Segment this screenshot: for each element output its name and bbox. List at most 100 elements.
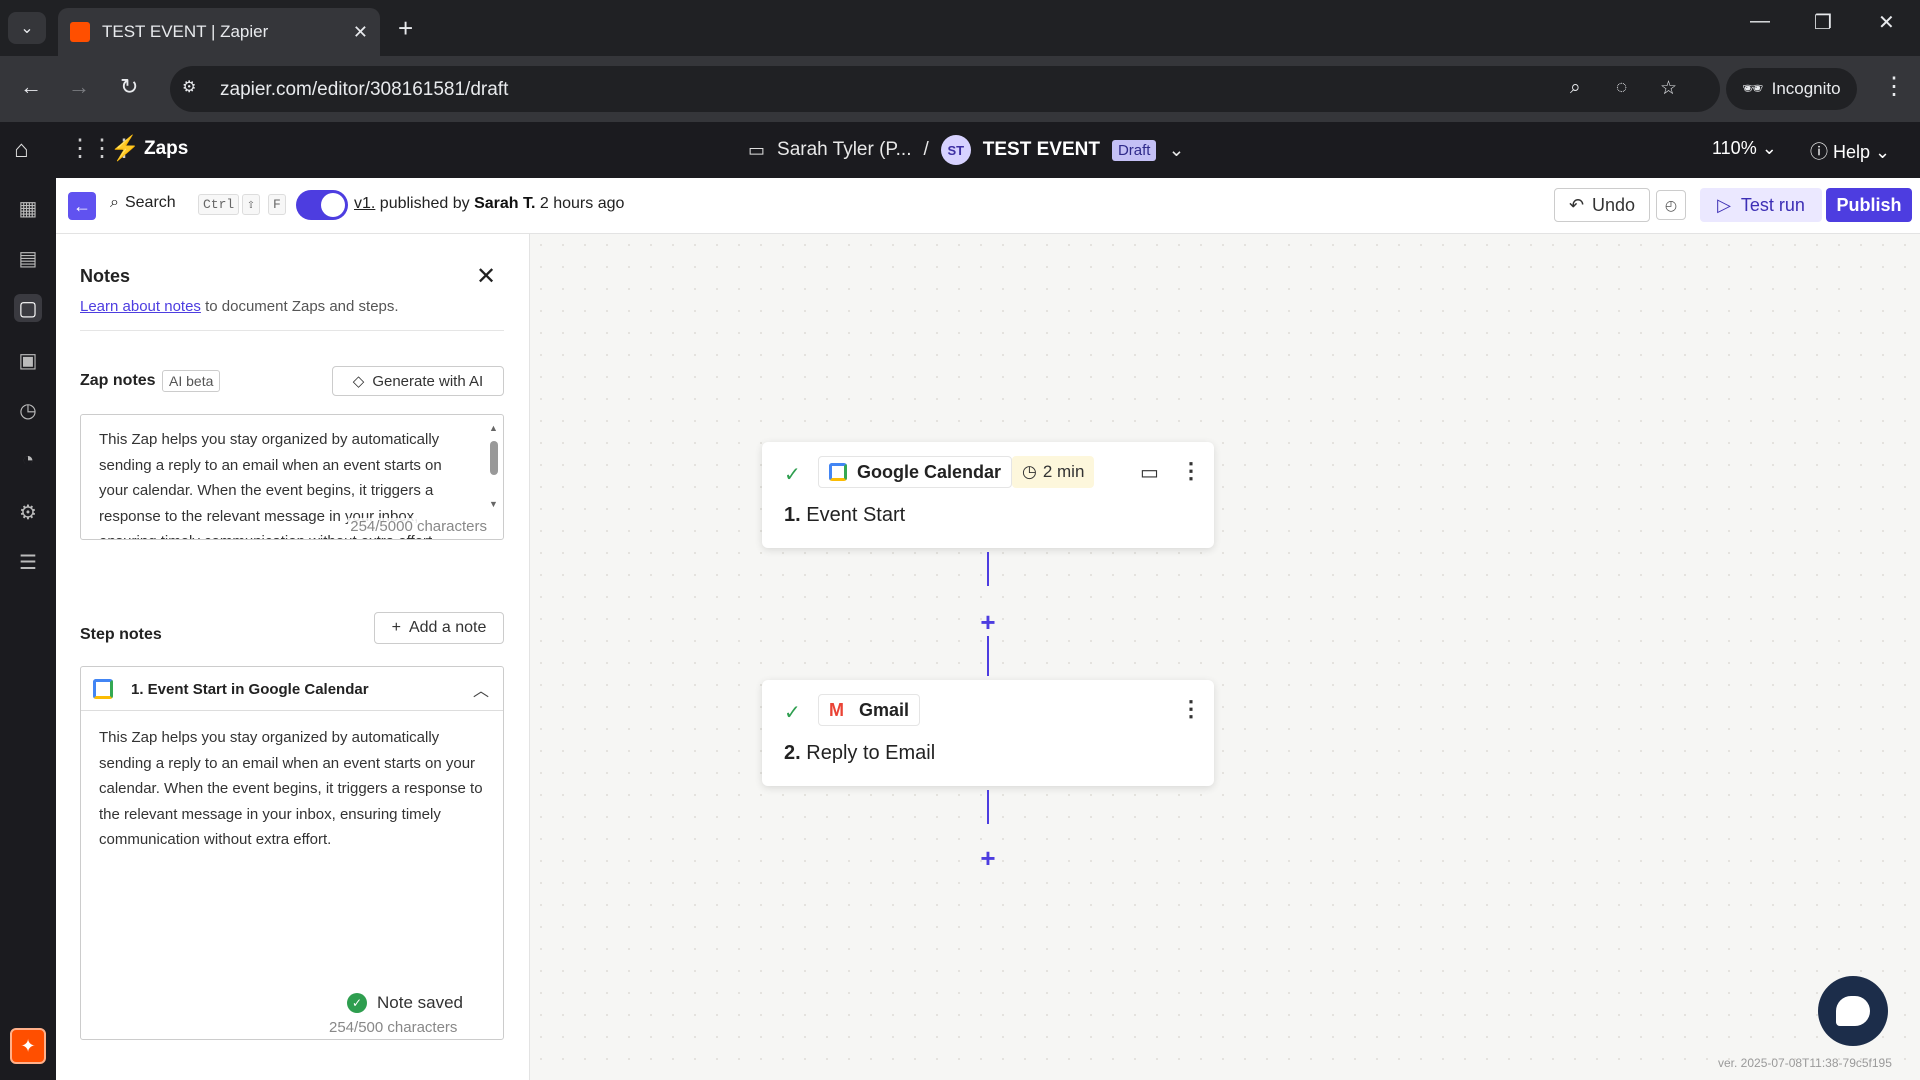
step-note-title: 1. Event Start in Google Calendar: [131, 681, 369, 698]
help-menu[interactable]: ⓘ Help ⌄: [1810, 138, 1890, 164]
step-menu-icon[interactable]: ⋮: [1180, 696, 1202, 722]
scroll-down-icon[interactable]: ▼: [489, 499, 498, 509]
note-comment-icon[interactable]: ▭: [1140, 460, 1159, 485]
app-name: Google Calendar: [857, 461, 1002, 482]
tab-title: TEST EVENT | Zapier: [102, 22, 269, 41]
zoom-selector[interactable]: 110% ⌄: [1712, 138, 1777, 159]
notes-subtitle-suffix: to document Zaps and steps.: [200, 298, 399, 315]
published-by-text: published by: [375, 195, 475, 212]
step-label: 2. Reply to Email: [784, 742, 935, 765]
app-chip[interactable]: Google Calendar: [818, 456, 1013, 488]
app-name: Gmail: [859, 699, 910, 720]
eye-off-icon[interactable]: ◌: [1616, 77, 1627, 99]
google-calendar-icon: [93, 679, 113, 699]
step-node-action[interactable]: ✓ M Gmail ⋮ 2. Reply to Email: [762, 680, 1214, 786]
owner-avatar: ST: [940, 135, 971, 165]
toggle-knob: [321, 193, 345, 217]
forward-arrow-icon[interactable]: →: [68, 74, 90, 100]
zap-name[interactable]: TEST EVENT: [983, 139, 1100, 161]
new-tab-icon[interactable]: +: [398, 12, 413, 44]
chat-icon: [1836, 996, 1870, 1026]
minimize-icon[interactable]: —: [1750, 10, 1770, 33]
window-close-icon[interactable]: ✕: [1878, 10, 1895, 35]
browser-tab[interactable]: TEST EVENT | Zapier ✕: [58, 8, 380, 56]
incognito-label: Incognito: [1771, 79, 1841, 98]
support-chat-button[interactable]: [1818, 976, 1888, 1046]
publisher-name: Sarah T.: [474, 195, 536, 212]
step-note-header[interactable]: 1. Event Start in Google Calendar ︿: [81, 667, 503, 711]
zoom-magnifier-icon[interactable]: ⌕: [1570, 77, 1581, 99]
test-run-label: Test run: [1740, 194, 1805, 215]
document-icon[interactable]: ▤: [14, 244, 42, 272]
zap-bolt-icon: ⚡: [110, 135, 140, 162]
calendar-icon[interactable]: ▣: [14, 346, 42, 374]
add-step-plus-icon[interactable]: +: [978, 609, 998, 635]
zap-canvas[interactable]: ✓ Google Calendar ◷ 2 min ▭ ⋮ 1. Event S…: [530, 234, 1920, 1080]
zap-notes-textarea[interactable]: This Zap helps you stay organized by aut…: [80, 414, 504, 540]
left-rail: ▦ ▤ ▢ ▣ ◷ ◔ ⚙ ☰: [0, 178, 56, 1080]
close-icon[interactable]: ✕: [476, 262, 496, 291]
app-chip[interactable]: M Gmail: [818, 694, 921, 726]
scroll-thumb[interactable]: [490, 441, 498, 475]
publish-button[interactable]: Publish: [1826, 188, 1912, 222]
app-header: ⌂ ⋮⋮⋮ ⚡ Zaps ▭ Sarah Tyler (P... / ST TE…: [0, 122, 1920, 178]
step-menu-icon[interactable]: ⋮: [1180, 458, 1202, 484]
test-run-button[interactable]: ▷ Test run: [1700, 188, 1822, 222]
copilot-icon[interactable]: ✦: [10, 1028, 46, 1064]
notes-subtitle: Learn about notes to document Zaps and s…: [80, 298, 399, 315]
generate-with-ai-button[interactable]: ◇ Generate with AI: [332, 366, 504, 396]
version-link[interactable]: v1.: [354, 195, 375, 212]
zap-menu-chevron-icon[interactable]: ⌄: [1168, 139, 1184, 162]
panel-back-button[interactable]: ←: [68, 192, 96, 220]
version-history-icon[interactable]: ◴: [1656, 190, 1686, 220]
breadcrumb: ▭ Sarah Tyler (P... / ST TEST EVENT Draf…: [748, 130, 1184, 170]
zap-notes-char-count: 254/5000 characters: [348, 518, 487, 535]
step-number: 1.: [784, 504, 801, 526]
tab-search-icon[interactable]: ⌄: [8, 12, 46, 44]
plus-icon: +: [391, 619, 401, 636]
published-time: 2 hours ago: [535, 195, 625, 212]
browser-menu-icon[interactable]: ⋮: [1882, 72, 1906, 101]
add-note-button[interactable]: + Add a note: [374, 612, 504, 644]
settings-gear-icon[interactable]: ⚙: [14, 498, 42, 526]
tab-close-icon[interactable]: ✕: [353, 22, 368, 43]
sparkle-icon: ◇: [352, 373, 365, 390]
home-icon[interactable]: ⌂: [14, 136, 29, 164]
bookmark-star-icon[interactable]: ☆: [1660, 77, 1677, 100]
step-number: 2.: [784, 742, 801, 764]
step-node-trigger[interactable]: ✓ Google Calendar ◷ 2 min ▭ ⋮ 1. Event S…: [762, 442, 1214, 548]
search-label: Search: [124, 194, 176, 211]
chevron-up-icon[interactable]: ︿: [473, 677, 489, 701]
learn-about-notes-link[interactable]: Learn about notes: [80, 298, 201, 315]
incognito-indicator[interactable]: 🕶 Incognito: [1726, 68, 1857, 110]
apps-icon[interactable]: ▦: [14, 194, 42, 222]
history-clock-icon[interactable]: ◷: [14, 396, 42, 424]
add-step-plus-icon[interactable]: +: [978, 845, 998, 871]
scroll-up-icon[interactable]: ▲: [489, 423, 498, 433]
activity-icon[interactable]: ◔: [14, 446, 42, 474]
notes-comment-icon[interactable]: ▢: [14, 294, 42, 322]
connector-line: [987, 636, 989, 676]
zoom-value: 110%: [1712, 138, 1757, 158]
back-arrow-icon[interactable]: ←: [20, 74, 42, 100]
zap-on-toggle[interactable]: [296, 190, 348, 220]
folder-name[interactable]: Sarah Tyler (P...: [777, 139, 911, 161]
undo-button[interactable]: ↶ Undo: [1554, 188, 1650, 222]
layers-icon[interactable]: ☰: [14, 548, 42, 576]
restore-icon[interactable]: ❐: [1814, 10, 1832, 35]
shortcut-shift: ⇧: [242, 194, 260, 215]
textarea-scrollbar[interactable]: ▲ ▼: [487, 419, 501, 515]
breadcrumb-separator: /: [923, 139, 929, 160]
zaps-nav-title[interactable]: Zaps: [144, 138, 188, 160]
site-info-icon[interactable]: ⚙: [182, 77, 196, 97]
browser-toolbar: ← → ↻ ⚙ zapier.com/editor/308161581/draf…: [0, 56, 1920, 122]
address-bar[interactable]: ⚙ zapier.com/editor/308161581/draft ⌕ ◌ …: [170, 66, 1720, 112]
zapier-favicon-icon: [70, 22, 90, 42]
reload-icon[interactable]: ↻: [120, 74, 138, 100]
url-text[interactable]: zapier.com/editor/308161581/draft: [220, 79, 508, 101]
search-button[interactable]: ⌕ Search: [110, 194, 176, 212]
step-note-char-count: 254/500 characters: [329, 1019, 458, 1036]
step-label: 1. Event Start: [784, 504, 905, 527]
step-note-text[interactable]: This Zap helps you stay organized by aut…: [99, 725, 483, 853]
status-badge: Draft: [1111, 139, 1157, 161]
